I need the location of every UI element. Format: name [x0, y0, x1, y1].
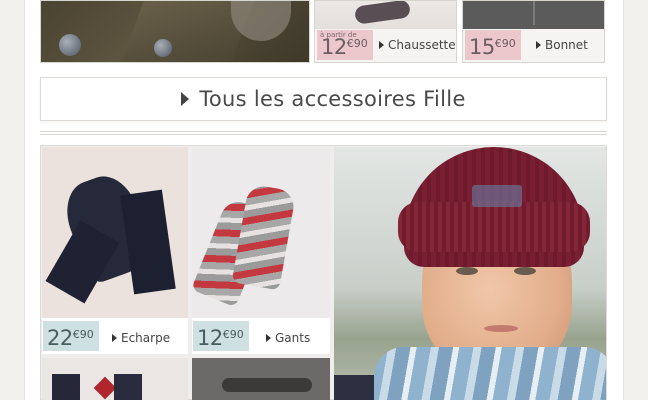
gloves-price-badge: 12 €90 — [193, 321, 249, 351]
coat-product-image[interactable] — [40, 0, 310, 63]
scarf-product-image — [42, 147, 188, 318]
hat-product-tile[interactable]: 15 €90 Bonnet — [462, 0, 605, 63]
price-integer: 15 — [469, 35, 495, 59]
price-decimal: €90 — [72, 328, 94, 341]
socks-product-tile[interactable]: à partir de 12 €90 Chaussettes — [314, 0, 457, 63]
hat-price-badge: 15 €90 — [465, 30, 521, 60]
price-integer: 22 — [47, 326, 73, 350]
scarf-product-card[interactable]: 22 €90 Echarpe — [42, 147, 188, 354]
arrow-right-icon — [181, 92, 190, 106]
arrow-right-icon — [379, 41, 384, 49]
arrow-right-icon — [266, 334, 271, 342]
price-decimal: €90 — [222, 328, 244, 341]
price-from-label: à partir de — [320, 31, 357, 39]
socks-price-badge: à partir de 12 €90 — [317, 30, 373, 60]
price-integer: 12 — [197, 326, 223, 350]
all-girls-accessories-banner[interactable]: Tous les accessoires Fille — [40, 77, 607, 121]
socks-product-image — [315, 1, 456, 29]
socks-product-image[interactable] — [42, 358, 188, 400]
hat-link[interactable]: Bonnet — [536, 38, 588, 52]
coat-button-icon — [59, 34, 81, 56]
hat-product-image[interactable] — [192, 358, 330, 400]
socks-link[interactable]: Chaussettes — [379, 38, 457, 52]
arrow-right-icon — [536, 41, 541, 49]
socks-link-label: Chaussettes — [388, 38, 457, 52]
price-decimal: €90 — [494, 37, 516, 50]
beanie-logo-icon — [472, 185, 522, 207]
coat-button-icon — [154, 39, 172, 57]
scarf-price-badge: 22 €90 — [43, 321, 99, 351]
scarf-link-label: Echarpe — [121, 331, 171, 345]
banner-label: Tous les accessoires Fille — [199, 87, 466, 111]
accessories-grid: 22 €90 Echarpe 12 €90 Gants — [40, 145, 607, 400]
arrow-right-icon — [112, 334, 117, 342]
model-photo — [334, 147, 606, 400]
gloves-link-label: Gants — [275, 331, 311, 345]
scarf-link[interactable]: Echarpe — [112, 331, 170, 345]
gloves-link[interactable]: Gants — [266, 331, 310, 345]
gloves-product-card[interactable]: 12 €90 Gants — [192, 147, 330, 354]
section-divider — [40, 131, 607, 135]
hat-link-label: Bonnet — [545, 38, 588, 52]
gloves-product-image — [192, 147, 330, 318]
hat-product-image — [463, 1, 604, 29]
top-product-row: à partir de 12 €90 Chaussettes 15 €90 Bo… — [40, 0, 607, 64]
